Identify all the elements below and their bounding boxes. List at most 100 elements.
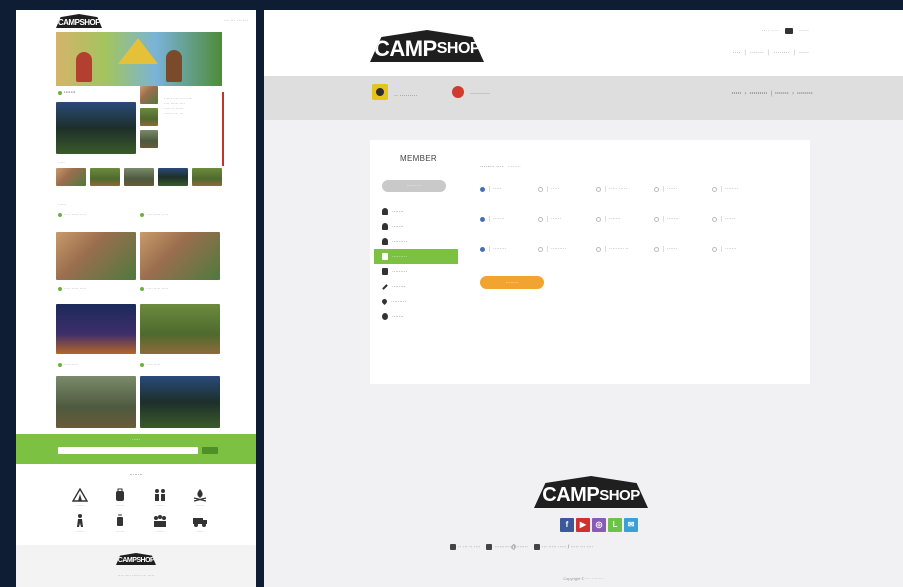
cart-icon[interactable] (785, 28, 793, 34)
left-logo[interactable]: CAMP SHOP (56, 14, 102, 28)
left-gallery-thumb[interactable] (90, 168, 120, 186)
breadcrumb-item[interactable]: ········· (749, 91, 767, 97)
radio-option[interactable]: ····· (480, 186, 538, 192)
left-news-thumb[interactable] (140, 130, 158, 148)
hero-person-image (76, 52, 92, 82)
group-icon[interactable] (152, 514, 168, 528)
left-gallery-thumb[interactable] (124, 168, 154, 186)
left-gallery-thumb[interactable] (192, 168, 222, 186)
left-top-links[interactable]: ··· ··· ··· ··· (224, 18, 248, 24)
radio-option[interactable]: ······· (712, 246, 770, 252)
right-page: CAMP SHOP ···· ···· ····· ···· | ······· … (264, 10, 903, 587)
person-icon (382, 208, 388, 215)
lantern-icon[interactable] (112, 514, 128, 528)
left-footer-logo[interactable]: CAMP SHOP (116, 553, 156, 565)
radio-option[interactable]: ······ (654, 246, 712, 252)
family-icon[interactable] (152, 488, 168, 502)
menu-item-address[interactable]: ········· (374, 294, 458, 309)
menu-item-account[interactable]: ······· (374, 219, 458, 234)
radio-option[interactable]: ····· ····· (596, 186, 654, 192)
alert-badge-text[interactable]: ·········· (470, 91, 490, 97)
radio-option[interactable]: ······· (480, 216, 538, 222)
utility-link[interactable]: ····· (799, 28, 809, 34)
menu-item-orders[interactable]: ········· (374, 264, 458, 279)
radio-option[interactable]: ····· (538, 186, 596, 192)
left-gallery-thumb[interactable] (56, 168, 86, 186)
left-hero-banner[interactable] (56, 32, 222, 86)
campfire-icon[interactable] (192, 488, 208, 502)
radio-option[interactable]: ······ (654, 186, 712, 192)
phone-item[interactable]: ·· ··· ·· ···· (450, 544, 480, 550)
hero-tent-image (118, 38, 158, 64)
line-icon[interactable]: L (608, 518, 622, 532)
alert-badge-icon[interactable] (452, 86, 464, 98)
left-news-image[interactable] (56, 102, 136, 154)
circle-icon (382, 313, 388, 320)
nav-item[interactable]: ···· (732, 50, 740, 56)
radio-icon (596, 186, 601, 192)
radio-option[interactable]: ········ (480, 246, 538, 252)
user-name-button[interactable]: ········· (382, 180, 446, 192)
left-post-caption: ····· ····· ····· (140, 286, 214, 291)
submit-button[interactable]: ········ (480, 276, 544, 289)
radio-icon (712, 216, 717, 222)
radio-option[interactable]: ······· (654, 216, 712, 222)
utility-link[interactable]: ···· ···· (761, 28, 779, 34)
share-icon[interactable]: ✉ (624, 518, 638, 532)
left-news-thumb[interactable] (140, 86, 158, 104)
menu-item-profile[interactable]: ······· (374, 204, 458, 219)
car-icon (382, 253, 388, 260)
left-post-image[interactable] (140, 232, 220, 280)
left-page-preview: CAMP SHOP ··· ··· ··· ··· ······· ······ … (16, 10, 256, 587)
radio-option[interactable]: ········· (538, 246, 596, 252)
radio-option[interactable]: ········ (712, 186, 770, 192)
left-band-input[interactable] (58, 447, 198, 454)
breadcrumb-item[interactable]: ····· (731, 91, 741, 97)
hero-person-image (166, 50, 182, 82)
site-logo[interactable]: CAMP SHOP (370, 30, 484, 62)
truck-icon[interactable] (192, 514, 208, 528)
left-green-band: ····· (16, 434, 256, 464)
left-news-thumb[interactable] (140, 108, 158, 126)
option-row: ······· ······ ······· ······· ······ (480, 216, 770, 222)
promo-badge-icon[interactable] (372, 84, 388, 100)
facebook-icon[interactable]: f (560, 518, 574, 532)
left-post-caption: ····· ····· ····· (58, 286, 132, 291)
hiker-icon[interactable] (72, 514, 88, 528)
left-post-image[interactable] (56, 376, 136, 428)
breadcrumb-item[interactable]: ········ (797, 91, 813, 97)
tent-icon[interactable] (71, 487, 89, 502)
copyright: Copyright © ···· ········· (563, 576, 604, 581)
radio-option[interactable]: ······ (538, 216, 596, 222)
nav-item[interactable]: ········ (773, 50, 789, 56)
menu-item-vehicle[interactable]: ········· (374, 249, 458, 264)
radio-icon (480, 246, 485, 252)
youtube-icon[interactable]: ▶ (576, 518, 590, 532)
left-accent-line (222, 92, 224, 166)
breadcrumb-item[interactable]: ······· (775, 91, 789, 97)
nav-item[interactable]: ····· (799, 50, 809, 56)
left-post-image[interactable] (140, 304, 220, 354)
promo-badge-text[interactable]: ·· ········· (394, 93, 418, 99)
left-post-image[interactable] (56, 304, 136, 354)
menu-item-logout[interactable]: ······· (374, 309, 458, 324)
radio-icon (538, 186, 543, 192)
left-top-bar: CAMP SHOP ··· ··· ··· ··· (16, 10, 256, 32)
radio-option[interactable]: ······ (712, 216, 770, 222)
left-post-image[interactable] (140, 376, 220, 428)
left-post-image[interactable] (56, 232, 136, 280)
left-band-button[interactable] (202, 447, 218, 454)
instagram-icon[interactable]: ◎ (592, 518, 606, 532)
radio-option[interactable]: ········· ·· (596, 246, 654, 252)
left-gallery-thumb[interactable] (158, 168, 188, 186)
menu-item-edit[interactable]: ········ (374, 279, 458, 294)
backpack-icon[interactable] (112, 488, 128, 502)
radio-option[interactable]: ······· (596, 216, 654, 222)
radio-icon (538, 246, 543, 252)
footer-logo[interactable]: CAMP SHOP (534, 476, 648, 508)
email-item[interactable]: ··········@······· (486, 544, 528, 550)
social-links: f ▶ ◎ L ✉ (560, 518, 638, 532)
nav-item[interactable]: ······· (750, 50, 764, 56)
left-post-caption: ····· ····· ····· (58, 212, 132, 217)
menu-item-members[interactable]: ········· (374, 234, 458, 249)
